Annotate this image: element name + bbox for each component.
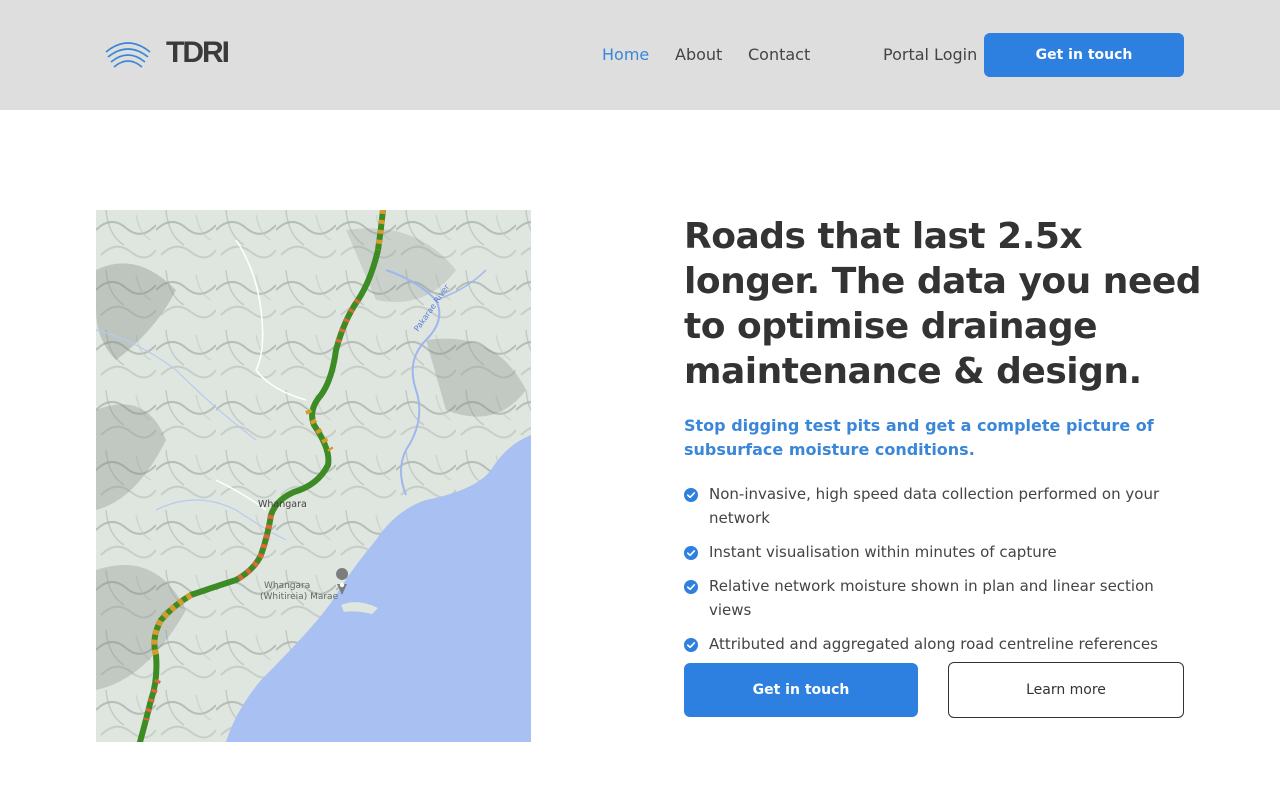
list-item: Attributed and aggregated along road cen… bbox=[684, 632, 1184, 656]
hero-headline: Roads that last 2.5x longer. The data yo… bbox=[684, 216, 1202, 392]
signal-arcs-icon bbox=[105, 42, 151, 68]
check-circle-icon bbox=[684, 638, 698, 652]
portal-login-link[interactable]: Portal Login bbox=[883, 45, 977, 64]
site-header: TDRI Home About Contact Portal Login Get… bbox=[0, 0, 1280, 110]
list-item: Relative network moisture shown in plan … bbox=[684, 574, 1184, 622]
moisture-map-image: Whangara Whangara (Whitireia) Marae Paka… bbox=[96, 210, 531, 742]
nav-home-link[interactable]: Home bbox=[602, 45, 649, 64]
list-item: Non-invasive, high speed data collection… bbox=[684, 482, 1184, 530]
brand-name: TDRI bbox=[166, 36, 230, 69]
check-circle-icon bbox=[684, 580, 698, 594]
hero-get-in-touch-button[interactable]: Get in touch bbox=[684, 663, 918, 717]
list-item: Instant visualisation within minutes of … bbox=[684, 540, 1184, 564]
feature-text: Non-invasive, high speed data collection… bbox=[709, 485, 1160, 527]
check-circle-icon bbox=[684, 546, 698, 560]
learn-more-button[interactable]: Learn more bbox=[948, 662, 1184, 718]
hero-subheadline: Stop digging test pits and get a complet… bbox=[684, 416, 1154, 459]
logo[interactable]: TDRI bbox=[104, 36, 230, 70]
map-label-marae-line2: (Whitireia) Marae bbox=[260, 592, 339, 602]
feature-text: Attributed and aggregated along road cen… bbox=[709, 635, 1158, 653]
header-get-in-touch-button[interactable]: Get in touch bbox=[984, 33, 1184, 77]
check-circle-icon bbox=[684, 488, 698, 502]
feature-text: Instant visualisation within minutes of … bbox=[709, 543, 1057, 561]
nav-about-link[interactable]: About bbox=[675, 45, 722, 64]
feature-text: Relative network moisture shown in plan … bbox=[709, 577, 1154, 619]
nav-contact-link[interactable]: Contact bbox=[748, 45, 810, 64]
map-label-town: Whangara bbox=[258, 499, 307, 510]
map-label-marae-line1: Whangara bbox=[264, 581, 310, 591]
feature-list: Non-invasive, high speed data collection… bbox=[684, 482, 1184, 666]
